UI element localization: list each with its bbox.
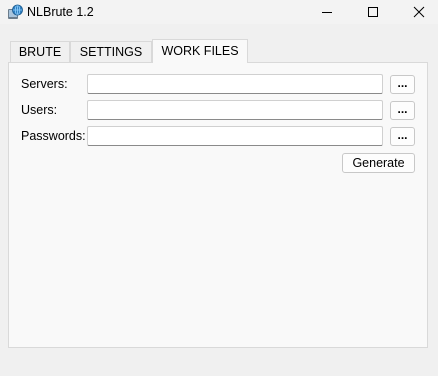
tab-work-files[interactable]: WORK FILES (152, 39, 248, 63)
app-globe-icon (7, 4, 23, 20)
users-label: Users: (21, 103, 58, 117)
servers-input[interactable] (87, 74, 383, 94)
tab-brute[interactable]: BRUTE (10, 41, 70, 62)
minimize-icon (322, 12, 332, 13)
generate-button[interactable]: Generate (342, 153, 415, 173)
maximize-icon (368, 7, 378, 17)
servers-browse-button[interactable]: ... (390, 75, 415, 94)
users-input[interactable] (87, 100, 383, 120)
minimize-button[interactable] (304, 0, 350, 24)
passwords-input[interactable] (87, 126, 383, 146)
close-button[interactable] (396, 0, 438, 24)
users-browse-button[interactable]: ... (390, 101, 415, 120)
app-window: NLBrute 1.2 BRUTE SETTINGS WORK FILES Se… (0, 0, 438, 376)
passwords-browse-button[interactable]: ... (390, 127, 415, 146)
passwords-label: Passwords: (21, 129, 86, 143)
maximize-button[interactable] (350, 0, 396, 24)
servers-label: Servers: (21, 77, 68, 91)
close-icon (413, 6, 425, 18)
title-bar[interactable]: NLBrute 1.2 (0, 0, 438, 24)
tab-settings[interactable]: SETTINGS (70, 41, 152, 62)
window-title: NLBrute 1.2 (27, 5, 94, 19)
